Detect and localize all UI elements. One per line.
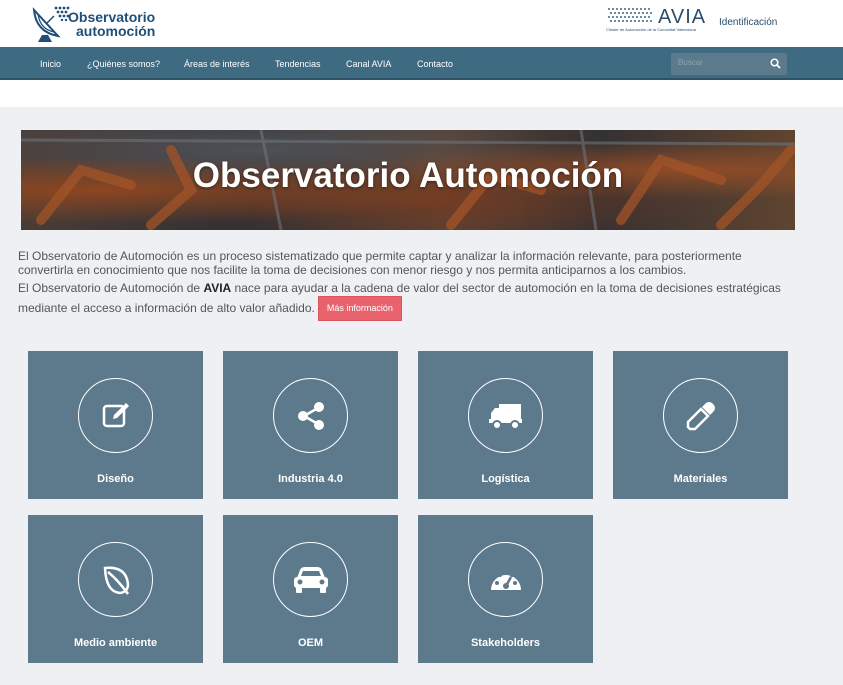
login-link[interactable]: Identificación <box>719 17 777 28</box>
search-placeholder: Buscar <box>678 58 703 67</box>
tile-label: Medio ambiente <box>73 637 158 649</box>
nav-areas-interes[interactable]: Áreas de interés <box>184 59 250 69</box>
intro-text: El Observatorio de Automoción es un proc… <box>18 249 793 326</box>
nav-quienes-somos[interactable]: ¿Quiénes somos? <box>87 59 160 69</box>
dashboard-icon <box>490 569 521 590</box>
hero-title: Observatorio Automoción <box>192 156 624 195</box>
tile-circle <box>78 542 153 617</box>
tile-logistica[interactable]: Logística <box>418 351 593 499</box>
intro-p2-bold: AVIA <box>203 281 232 295</box>
avia-logo[interactable]: AVIA Clúster de Automoción de la Comunit… <box>606 6 708 34</box>
tile-label: OEM <box>297 637 324 649</box>
tile-circle <box>78 378 153 453</box>
more-info-button[interactable]: Más información <box>317 295 402 321</box>
tile-circle <box>468 378 543 453</box>
tile-label: Logística <box>481 473 530 485</box>
truck-icon <box>488 403 522 430</box>
tile-medio-ambiente[interactable]: Medio ambiente <box>28 515 203 663</box>
nav-tendencias[interactable]: Tendencias <box>275 59 321 69</box>
main-nav: Inicio ¿Quiénes somos? Áreas de interés … <box>0 47 843 80</box>
share-icon <box>297 401 324 430</box>
search-icon[interactable] <box>770 58 781 69</box>
avia-wordmark: AVIA <box>658 6 707 28</box>
leaf-icon <box>103 566 129 595</box>
intro-p2-before: El Observatorio de Automoción de <box>18 281 204 295</box>
tile-circle <box>273 542 348 617</box>
logo-text: Observatorio automoción <box>68 10 155 38</box>
edit-icon <box>102 402 129 427</box>
tile-industria[interactable]: Industria 4.0 <box>223 351 398 499</box>
avia-dots-icon <box>608 8 652 22</box>
tile-circle <box>663 378 738 453</box>
tile-materiales[interactable]: Materiales <box>613 351 788 499</box>
tile-label: Industria 4.0 <box>278 473 343 485</box>
tile-oem[interactable]: OEM <box>223 515 398 663</box>
avia-subtitle: Clúster de Automoción de la Comunitat Va… <box>606 27 696 32</box>
search-input[interactable]: Buscar <box>671 53 787 75</box>
tile-stakeholders[interactable]: Stakeholders <box>418 515 593 663</box>
tile-label: Materiales <box>673 473 728 485</box>
nav-contacto[interactable]: Contacto <box>417 59 453 69</box>
tile-label: Stakeholders <box>470 637 541 649</box>
nav-inicio[interactable]: Inicio <box>40 59 61 69</box>
hero-banner: Observatorio Automoción <box>21 130 795 230</box>
tile-label: Diseño <box>97 473 134 485</box>
tile-circle <box>273 378 348 453</box>
tile-diseno[interactable]: Diseño <box>28 351 203 499</box>
eyedropper-icon <box>686 401 715 430</box>
logo-line2: automoción <box>76 23 156 39</box>
main-content: Observatorio Automoción El Observatorio … <box>0 107 843 685</box>
intro-paragraph-1: El Observatorio de Automoción es un proc… <box>18 249 742 277</box>
intro-paragraph-2: El Observatorio de Automoción de AVIA na… <box>18 281 793 321</box>
site-logo[interactable]: Observatorio automoción <box>30 2 160 44</box>
tile-circle <box>468 542 543 617</box>
top-header: Observatorio automoción AVIA Clúster de … <box>0 0 843 47</box>
car-icon <box>293 566 328 593</box>
nav-canal-avia[interactable]: Canal AVIA <box>346 59 391 69</box>
